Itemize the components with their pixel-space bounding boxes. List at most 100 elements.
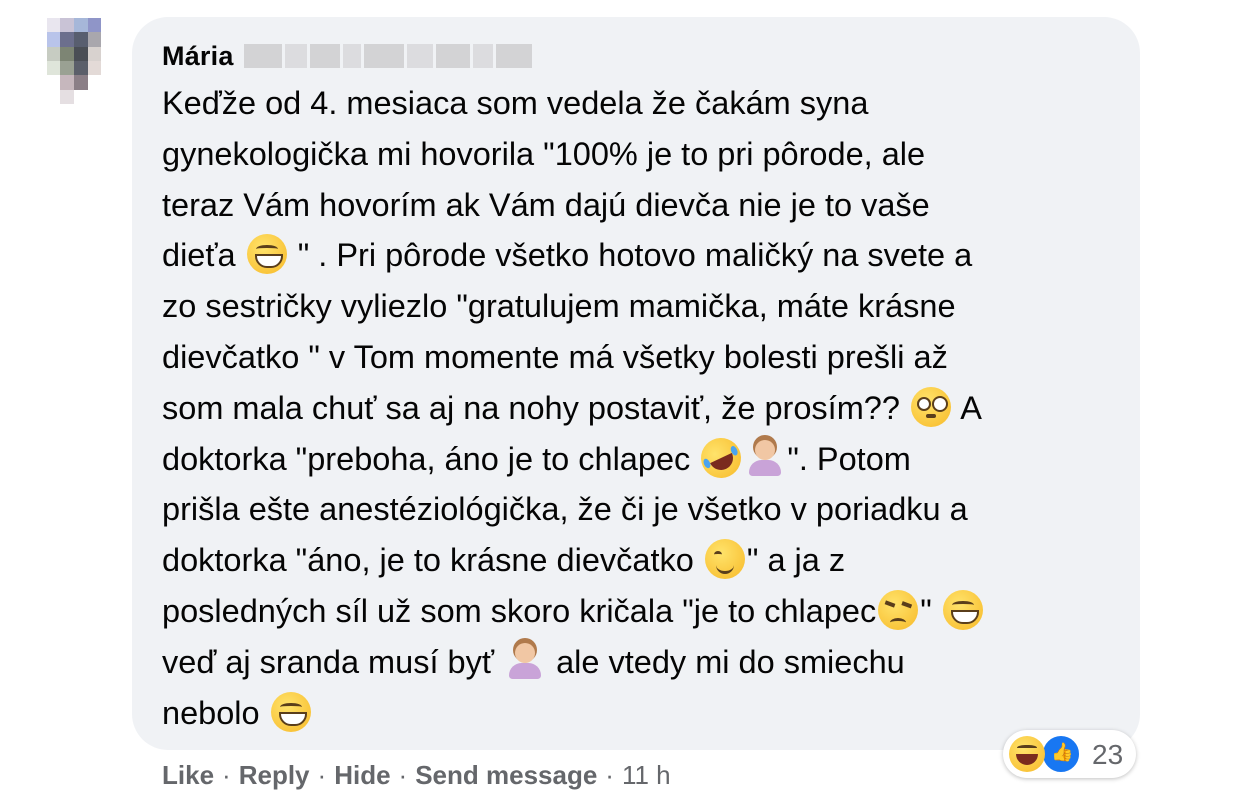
avatar-pixel	[60, 75, 74, 90]
comment-line: posledných síl už som skoro kričala "je …	[162, 586, 1122, 637]
avatar-pixel	[87, 60, 102, 76]
avatar-pixel	[33, 46, 47, 61]
comment-text-segment: " a ja z	[746, 542, 846, 579]
redacted-block	[406, 44, 433, 68]
person-emoji-icon	[745, 438, 785, 478]
avatar-pixel	[87, 89, 102, 104]
grin-emoji-icon	[942, 589, 983, 630]
avatar-pixel	[74, 60, 88, 76]
comment-line: prišla ešte anestéziológička, že či je v…	[162, 484, 1122, 535]
avatar-pixel	[101, 60, 115, 76]
comment-line: dieťa " . Pri pôrode všetko hotovo malič…	[162, 230, 1122, 281]
comment-line: veď aj sranda musí byť ale vtedy mi do s…	[162, 637, 1122, 688]
avatar-pixel	[33, 18, 47, 33]
avatar-pixel	[74, 18, 88, 33]
avatar-pixel	[87, 18, 102, 33]
comment-text: Keďže od 4. mesiaca som vedela že čakám …	[162, 78, 1122, 738]
comment-text-segment: "	[920, 592, 941, 629]
avatar-pixel	[74, 89, 88, 104]
comment-line: dievčatko " v Tom momente má všetky bole…	[162, 332, 1122, 383]
separator: ·	[605, 759, 614, 790]
comment-text-segment: nebolo	[162, 694, 269, 731]
person-emoji-icon	[505, 641, 545, 681]
comment-text-segment: posledných síl už som skoro kričala "je …	[162, 592, 877, 629]
avatar-pixel	[46, 60, 61, 76]
comment-text-segment: " . Pri pôrode všetko hotovo maličký na …	[288, 237, 973, 274]
like-reaction-icon	[1041, 734, 1081, 774]
comment-text-segment: prišla ešte anestéziológička, že či je v…	[162, 491, 968, 528]
comment-text-segment: doktorka "preboha, áno je to chlapec	[162, 440, 700, 477]
avatar-pixel	[60, 46, 74, 61]
redacted-surname	[243, 41, 544, 71]
like-button[interactable]: Like	[162, 760, 214, 791]
comment-text-segment: veď aj sranda musí byť	[162, 643, 504, 680]
redacted-block	[495, 44, 532, 68]
avatar-pixel	[60, 89, 74, 104]
comment-text-segment: dieťa	[162, 237, 245, 274]
avatar-pixel	[74, 32, 88, 47]
avatar-pixel	[87, 75, 102, 90]
reaction-summary[interactable]: 23	[1003, 730, 1136, 778]
flushed-emoji-icon	[910, 386, 951, 427]
avatar-pixel	[101, 18, 115, 33]
avatar-pixel	[101, 89, 115, 104]
avatar-pixel	[46, 32, 61, 47]
comment-line: zo sestričky vyliezlo "gratulujem mamičk…	[162, 281, 1122, 332]
redacted-block	[309, 44, 340, 68]
redacted-block	[342, 44, 361, 68]
comment-line: som mala chuť sa aj na nohy postaviť, že…	[162, 383, 1122, 434]
avatar-pixel	[60, 32, 74, 47]
rofl-emoji-icon	[694, 430, 748, 485]
comment-line: doktorka "preboha, áno je to chlapec ". …	[162, 430, 1122, 485]
comment-text-segment: dievčatko " v Tom momente má všetky bole…	[162, 338, 948, 375]
comment-line: gynekologička mi hovorila "100% je to pr…	[162, 129, 1122, 180]
separator: ·	[222, 759, 231, 790]
comment-text-segment: doktorka "áno, je to krásne dievčatko	[162, 542, 703, 579]
avatar[interactable]	[33, 18, 115, 104]
avatar-pixel	[33, 60, 47, 76]
comment-line: nebolo	[162, 688, 1122, 739]
send-message-button[interactable]: Send message	[415, 760, 597, 791]
avatar-pixel	[33, 32, 47, 47]
comment-line: Keďže od 4. mesiaca som vedela že čakám …	[162, 78, 1122, 129]
avatar-pixel	[46, 46, 61, 61]
avatar-pixel	[74, 46, 88, 61]
avatar-pixel	[101, 75, 115, 90]
angry-emoji-icon	[878, 589, 919, 630]
comment-line: teraz Vám hovorím ak Vám dajú dievča nie…	[162, 180, 1122, 231]
comment-actions: Like · Reply · Hide · Send message · 11 …	[162, 757, 671, 793]
avatar-pixel	[33, 89, 47, 104]
comment-text-segment: zo sestričky vyliezlo "gratulujem mamičk…	[162, 288, 956, 325]
hide-button[interactable]: Hide	[334, 760, 390, 791]
reaction-count: 23	[1092, 739, 1124, 770]
comment-line: doktorka "áno, je to krásne dievčatko " …	[162, 535, 1122, 586]
comment-author-name[interactable]: Mária	[162, 41, 234, 72]
haha-reaction-icon	[1009, 736, 1045, 772]
avatar-pixel	[60, 18, 74, 33]
avatar-pixel	[101, 46, 115, 61]
redacted-block	[243, 44, 282, 68]
avatar-pixel	[46, 89, 61, 104]
redacted-block	[472, 44, 493, 68]
comment-text-segment: A	[952, 389, 982, 426]
redacted-block	[363, 44, 404, 68]
avatar-pixel	[74, 75, 88, 90]
avatar-pixel	[101, 32, 115, 47]
grin-emoji-icon	[270, 691, 311, 732]
comment-text-segment: teraz Vám hovorím ak Vám dajú dievča nie…	[162, 186, 930, 223]
comment-text-segment: ale vtedy mi do smiechu	[547, 643, 905, 680]
separator: ·	[317, 759, 327, 790]
redacted-block	[435, 44, 470, 68]
grin-emoji-icon	[246, 234, 287, 275]
blush-emoji-icon	[704, 539, 745, 580]
redacted-block	[284, 44, 307, 68]
avatar-pixel	[60, 60, 74, 76]
comment-header: Mária	[162, 36, 544, 76]
reply-button[interactable]: Reply	[239, 760, 310, 791]
avatar-pixel	[87, 46, 102, 61]
comment-text-segment: Keďže od 4. mesiaca som vedela že čakám …	[162, 85, 869, 121]
avatar-pixel	[46, 75, 61, 90]
avatar-pixel	[33, 75, 47, 90]
avatar-pixel	[87, 32, 102, 47]
comment-timestamp[interactable]: 11 h	[622, 760, 671, 791]
